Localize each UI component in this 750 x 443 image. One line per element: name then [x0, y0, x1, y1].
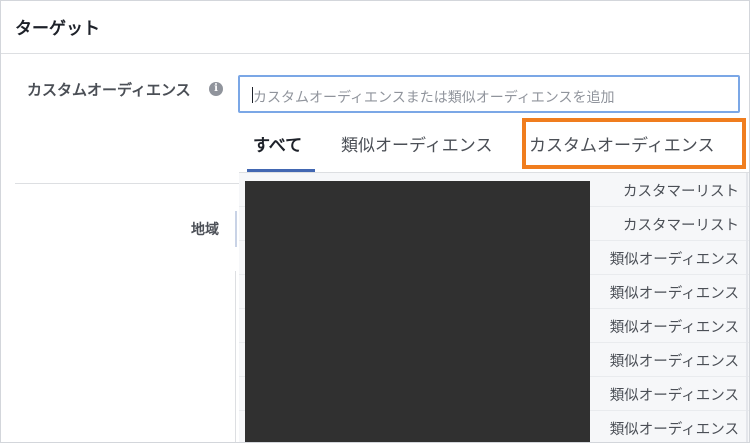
panel-edge [235, 271, 236, 442]
custom-audience-input[interactable]: カスタムオーディエンスまたは類似オーディエンスを追加 [238, 75, 740, 113]
active-tab-indicator [247, 169, 315, 172]
audience-type: 類似オーディエンス [609, 354, 739, 370]
section-divider [15, 183, 243, 184]
tab-lookalike-audience[interactable]: 類似オーディエンス [341, 131, 492, 156]
audience-type: 類似オーディエンス [609, 252, 739, 268]
redacted-audience-names [245, 181, 590, 442]
audience-type: 類似オーディエンス [609, 320, 739, 336]
region-label: 地域 [191, 222, 219, 238]
section-title: ターゲット [15, 19, 100, 39]
audience-type: カスタマーリスト [623, 184, 739, 200]
audience-type: 類似オーディエンス [609, 388, 739, 404]
highlight-annotation-box [522, 118, 746, 169]
audience-type: 類似オーディエンス [609, 422, 739, 438]
info-icon[interactable]: i [209, 82, 223, 96]
tab-all[interactable]: すべて [253, 131, 302, 156]
custom-audience-input-placeholder: カスタムオーディエンスまたは類似オーディエンスを追加 [253, 90, 615, 106]
custom-audience-label: カスタムオーディエンス [27, 81, 191, 99]
list-scrollbar[interactable] [746, 173, 748, 442]
section-header: ターゲット [1, 1, 749, 54]
targeting-panel: ターゲット カスタムオーディエンス i カスタムオーディエンスまたは類似オーディ… [0, 0, 750, 443]
region-input-edge[interactable] [235, 211, 237, 247]
audience-type: カスタマーリスト [623, 218, 739, 234]
audience-type: 類似オーディエンス [609, 286, 739, 302]
